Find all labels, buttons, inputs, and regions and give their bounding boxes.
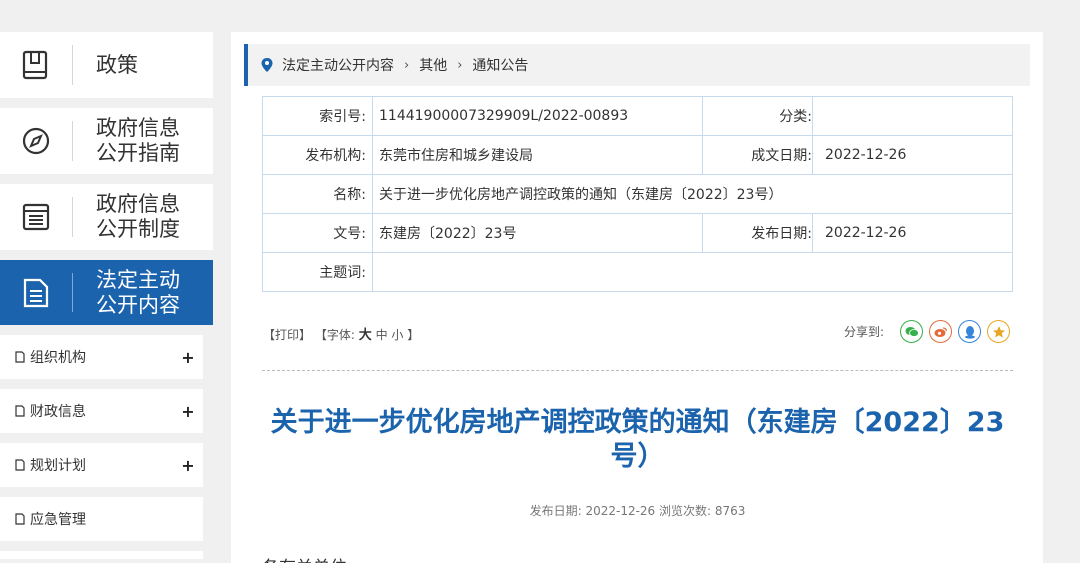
name-value: 关于进一步优化房地产调控政策的通知（东建房〔2022〕23号） bbox=[372, 174, 1013, 214]
table-row: 主题词: bbox=[262, 252, 1013, 292]
document-icon bbox=[15, 405, 25, 417]
index-label: 索引号: bbox=[262, 96, 373, 136]
main-content: 法定主动公开内容 › 其他 › 通知公告 索引号: 11441900007329… bbox=[231, 32, 1043, 563]
document-icon bbox=[15, 513, 25, 525]
sidebar: 政策 政府信息 公开指南 政府信息 公开制度 法定主动 公开内容 组织机构 + … bbox=[0, 32, 213, 559]
sidebar-item-disclosure-guide[interactable]: 政府信息 公开指南 bbox=[0, 108, 213, 174]
sidebar-item-statutory-content[interactable]: 法定主动 公开内容 bbox=[0, 260, 213, 325]
sidebar-subitem-organization[interactable]: 组织机构 + bbox=[0, 335, 203, 379]
publish-date-label: 发布日期: bbox=[702, 213, 813, 253]
document-meta-table: 索引号: 11441900007329909L/2022-00893 分类: 发… bbox=[262, 96, 1013, 292]
sidebar-item-disclosure-system[interactable]: 政府信息 公开制度 bbox=[0, 184, 213, 250]
keywords-label: 主题词: bbox=[262, 252, 373, 292]
breadcrumb-item[interactable]: 法定主动公开内容 bbox=[282, 55, 394, 75]
font-small-button[interactable]: 小 bbox=[391, 328, 403, 342]
qzone-icon[interactable] bbox=[987, 320, 1010, 343]
sidebar-item-label: 政策 bbox=[96, 52, 138, 77]
written-date-value: 2022-12-26 bbox=[812, 135, 1013, 175]
document-icon bbox=[15, 351, 25, 363]
table-row: 名称: 关于进一步优化房地产调控政策的通知（东建房〔2022〕23号） bbox=[262, 174, 1013, 214]
table-row: 发布机构: 东莞市住房和城乡建设局 成文日期: 2022-12-26 bbox=[262, 135, 1013, 175]
font-medium-button[interactable]: 中 bbox=[376, 328, 388, 342]
location-pin-icon bbox=[261, 58, 273, 72]
sidebar-subitem-planning[interactable]: 规划计划 + bbox=[0, 443, 203, 487]
written-date-label: 成文日期: bbox=[702, 135, 813, 175]
category-label: 分类: bbox=[702, 96, 813, 136]
breadcrumb-item[interactable]: 通知公告 bbox=[472, 55, 528, 75]
table-row: 文号: 东建房〔2022〕23号 发布日期: 2022-12-26 bbox=[262, 213, 1013, 253]
publisher-value: 东莞市住房和城乡建设局 bbox=[372, 135, 703, 175]
expand-icon[interactable]: + bbox=[173, 456, 203, 475]
chevron-right-icon: › bbox=[457, 57, 463, 73]
book-icon bbox=[0, 32, 72, 98]
font-size-suffix: 】 bbox=[407, 328, 420, 342]
category-value bbox=[812, 96, 1013, 136]
wechat-icon[interactable] bbox=[900, 320, 923, 343]
expand-icon[interactable]: + bbox=[173, 348, 203, 367]
share-bar: 分享到: bbox=[844, 320, 1010, 343]
sidebar-item-label: 政府信息 公开制度 bbox=[96, 192, 180, 241]
weibo-icon[interactable] bbox=[929, 320, 952, 343]
article-tools: 【打印】 【字体: 大 中 小 】 bbox=[263, 324, 419, 343]
expand-icon[interactable]: + bbox=[173, 402, 203, 421]
sidebar-subitem-finance[interactable]: 财政信息 + bbox=[0, 389, 203, 433]
keywords-value bbox=[372, 252, 1013, 292]
qq-icon[interactable] bbox=[958, 320, 981, 343]
document-icon bbox=[0, 260, 72, 325]
chevron-right-icon: › bbox=[404, 57, 410, 73]
breadcrumb: 法定主动公开内容 › 其他 › 通知公告 bbox=[244, 44, 1030, 86]
sidebar-subitem-more bbox=[0, 551, 203, 559]
article-pubinfo: 发布日期: 2022-12-26 浏览次数: 8763 bbox=[529, 504, 746, 518]
sidebar-subitem-emergency[interactable]: 应急管理 bbox=[0, 497, 203, 541]
font-large-button[interactable]: 大 bbox=[359, 328, 372, 343]
list-icon bbox=[0, 184, 72, 250]
publisher-label: 发布机构: bbox=[262, 135, 373, 175]
breadcrumb-item[interactable]: 其他 bbox=[419, 55, 447, 75]
name-label: 名称: bbox=[262, 174, 373, 214]
docno-label: 文号: bbox=[262, 213, 373, 253]
article-title: 关于进一步优化房地产调控政策的通知（东建房〔2022〕23号） bbox=[270, 407, 1005, 472]
table-row: 索引号: 11441900007329909L/2022-00893 分类: bbox=[262, 96, 1013, 136]
publish-date-value: 2022-12-26 bbox=[812, 213, 1013, 253]
font-size-prefix: 【字体: bbox=[314, 328, 355, 342]
sidebar-item-label: 政府信息 公开指南 bbox=[96, 116, 180, 165]
print-button[interactable]: 【打印】 bbox=[263, 328, 311, 342]
divider bbox=[262, 370, 1013, 371]
document-icon bbox=[15, 459, 25, 471]
sidebar-item-policy[interactable]: 政策 bbox=[0, 32, 213, 98]
docno-value: 东建房〔2022〕23号 bbox=[372, 213, 703, 253]
share-label: 分享到: bbox=[843, 325, 884, 339]
compass-icon bbox=[0, 108, 72, 174]
article-greeting: 各有关单位: bbox=[262, 553, 353, 563]
index-value: 11441900007329909L/2022-00893 bbox=[372, 96, 703, 136]
sidebar-item-label: 法定主动 公开内容 bbox=[96, 267, 180, 317]
